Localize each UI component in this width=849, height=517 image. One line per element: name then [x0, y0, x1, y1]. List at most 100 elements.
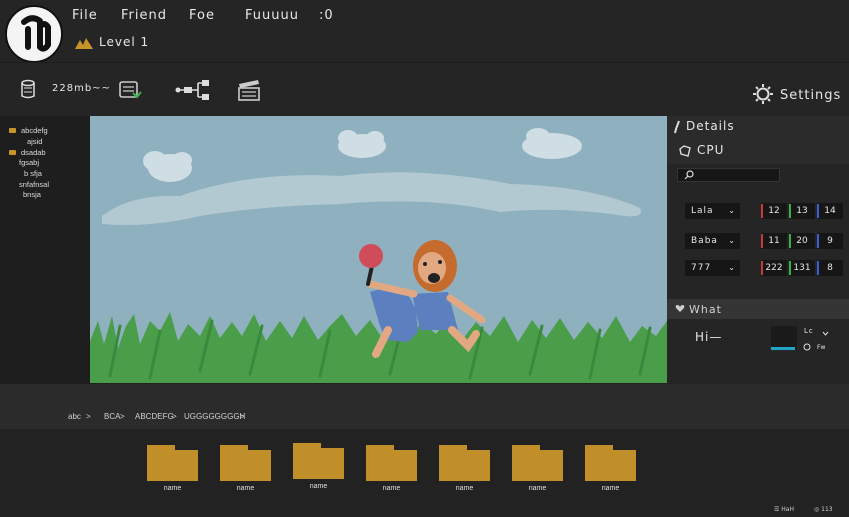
breadcrumb-item[interactable]: abc [68, 412, 81, 421]
outliner-item[interactable]: abcdefg [9, 126, 48, 135]
details-search-input[interactable] [677, 168, 780, 182]
breadcrumb-item[interactable]: BCA [104, 412, 120, 421]
breadcrumb: abc > BCA > ABCDEFG > UGGGGGGGGH > [0, 407, 849, 429]
breadcrumb-item[interactable]: UGGGGGGGGH [184, 412, 245, 421]
y-axis-marker [789, 234, 791, 248]
hi-label: Hi— [695, 330, 723, 344]
x-axis-marker [761, 204, 763, 218]
content-folder[interactable]: name [147, 443, 199, 493]
what-label: What [689, 303, 722, 316]
details-subtitle: CPU [697, 143, 725, 157]
level-viewport[interactable] [90, 116, 667, 383]
content-folder[interactable]: name [366, 443, 418, 493]
outliner-item[interactable]: ajsid [27, 137, 42, 146]
z-axis-marker [817, 234, 819, 248]
level-label: Level 1 [99, 35, 150, 49]
folder-body [147, 450, 198, 481]
clapperboard-icon [238, 80, 260, 101]
content-folder[interactable]: name [512, 443, 564, 493]
menu-file[interactable]: File [72, 8, 98, 23]
menu-fuuuuu[interactable]: Fuuuuu [245, 8, 299, 23]
breadcrumb-item[interactable]: ABCDEFG [135, 412, 174, 421]
property-dropdown[interactable]: Baba ⌄ [685, 233, 740, 249]
breadcrumb-separator: > [86, 412, 91, 421]
breadcrumb-separator: > [172, 412, 177, 421]
property-row: Lala ⌄ 12 13 14 [685, 203, 845, 219]
y-axis-marker [789, 261, 791, 275]
menu-smiley[interactable]: :0 [319, 8, 334, 23]
x-value: 222 [765, 263, 783, 273]
folder-body [366, 450, 417, 481]
content-folder[interactable]: name [585, 443, 637, 493]
z-axis-marker [817, 261, 819, 275]
x-field[interactable]: 12 [761, 203, 787, 219]
brush-icon [674, 120, 680, 134]
menu-friend[interactable]: Friend [121, 8, 167, 23]
outliner-item[interactable]: dsadab [9, 148, 46, 157]
memory-label: 228mb~~ [52, 83, 111, 94]
z-field[interactable]: 14 [817, 203, 843, 219]
y-field[interactable]: 13 [789, 203, 815, 219]
chevron-down-icon: ⌄ [728, 263, 736, 272]
y-value: 20 [796, 236, 808, 246]
status-strip [0, 384, 849, 407]
breadcrumb-separator: > [120, 412, 125, 421]
folder-icon [9, 128, 16, 133]
z-axis-marker [817, 204, 819, 218]
menu-bar: File Friend Foe Fuuuuu :0 [72, 8, 362, 28]
heart-icon [675, 305, 685, 312]
chevron-down-icon [822, 331, 829, 336]
x-value: 11 [768, 236, 780, 246]
blueprint-button[interactable]: 228mb~~ [50, 75, 145, 105]
outliner-item[interactable]: snfafnsal [19, 180, 49, 189]
outliner-item-label: b sfja [24, 169, 42, 178]
folder-name: name [528, 485, 547, 492]
target-icon[interactable] [803, 343, 811, 351]
details-panel: Details CPU Lala ⌄ 12 13 14 Baba ⌄ 11 20… [667, 116, 849, 384]
y-field[interactable]: 131 [789, 260, 815, 276]
level-mountain-icon [75, 38, 93, 49]
y-field[interactable]: 20 [789, 233, 815, 249]
outliner-item[interactable]: b sfja [24, 169, 42, 178]
mini-sub-label: Fw [817, 344, 826, 351]
footer-left[interactable]: ☰ HaH [774, 506, 794, 513]
details-title: Details [686, 119, 735, 133]
cinematics-button[interactable] [236, 75, 262, 105]
outliner-item-label: snfafnsal [19, 180, 50, 189]
outliner-item[interactable]: bnsja [23, 190, 41, 199]
content-folder[interactable]: name [439, 443, 491, 493]
property-dropdown[interactable]: Lala ⌄ [685, 203, 740, 219]
x-field[interactable]: 222 [761, 260, 787, 276]
z-value: 14 [824, 206, 836, 216]
node-graph-button[interactable] [174, 75, 212, 105]
chevron-down-icon: ⌄ [728, 206, 736, 215]
mini-dropdown-label[interactable]: Lc [804, 327, 814, 335]
content-folder[interactable]: name [293, 441, 345, 491]
menu-foe[interactable]: Foe [189, 8, 215, 23]
settings-button[interactable]: Settings [750, 83, 840, 109]
unreal-logo-icon[interactable] [5, 5, 63, 63]
x-axis-marker [761, 261, 763, 275]
folder-body [293, 448, 344, 479]
z-value: 8 [827, 263, 833, 273]
property-row: Baba ⌄ 11 20 9 [685, 233, 845, 249]
what-section-header[interactable]: What [667, 299, 849, 319]
breadcrumb-separator: > [240, 412, 245, 421]
footer-right-label: 113 [821, 506, 833, 513]
footer-left-label: HaH [781, 506, 794, 513]
gear-icon [753, 84, 773, 104]
dropdown-value: Baba [691, 236, 718, 246]
outliner-item[interactable]: fgsabj [19, 158, 39, 167]
y-value: 13 [796, 206, 808, 216]
x-field[interactable]: 11 [761, 233, 787, 249]
folder-name: name [309, 483, 328, 490]
viewport-scene [90, 116, 667, 383]
property-dropdown[interactable]: 777 ⌄ [685, 260, 740, 276]
content-folder[interactable]: name [220, 443, 272, 493]
z-field[interactable]: 9 [817, 233, 843, 249]
folder-name: name [601, 485, 620, 492]
z-field[interactable]: 8 [817, 260, 843, 276]
save-button[interactable] [20, 75, 36, 105]
dropdown-value: 777 [691, 263, 712, 273]
footer-right[interactable]: ◎ 113 [814, 506, 833, 513]
